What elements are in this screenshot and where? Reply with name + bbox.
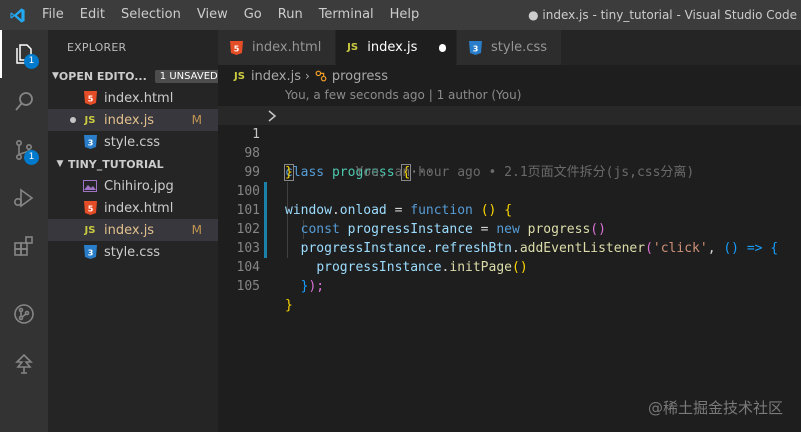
menu-edit[interactable]: Edit	[72, 0, 113, 30]
code-line[interactable]: 98 } You, an hour ago • 2.1页面文件拆分(js,css…	[218, 125, 801, 181]
file-label: style.css	[104, 244, 160, 260]
menu-go[interactable]: Go	[236, 0, 270, 30]
open-editor-index-html[interactable]: 5 index.html	[48, 87, 218, 109]
css-file-icon: 3	[82, 244, 98, 260]
editor-tabs: 5 index.html JS index.js 3 style.css	[218, 30, 801, 65]
chevron-down-icon: ▼	[56, 159, 64, 169]
tab-index-js[interactable]: JS index.js	[336, 30, 457, 65]
unsaved-dot-icon	[70, 117, 76, 123]
symbol-class-icon	[314, 69, 328, 83]
file-label: index.html	[104, 90, 174, 106]
file-index-html[interactable]: 5 index.html	[48, 197, 218, 219]
js-file-icon: JS	[84, 224, 96, 236]
file-label: index.js	[104, 222, 155, 238]
tab-index-html[interactable]: 5 index.html	[218, 30, 336, 65]
activity-tree[interactable]	[0, 340, 48, 388]
svg-text:3: 3	[87, 139, 93, 148]
menu-run[interactable]: Run	[270, 0, 311, 30]
file-index-js[interactable]: JS index.js M	[48, 219, 218, 241]
extensions-icon	[14, 236, 33, 256]
code-line[interactable]: 103 progressInstance.initPage()	[218, 220, 801, 275]
svg-text:5: 5	[87, 95, 93, 104]
activity-git-graph[interactable]	[0, 290, 48, 338]
explorer-title: EXPLORER	[67, 41, 127, 54]
menu-selection[interactable]: Selection	[113, 0, 189, 30]
menu-view[interactable]: View	[189, 0, 236, 30]
activity-explorer[interactable]: 1	[0, 30, 48, 78]
modified-badge: M	[191, 223, 202, 237]
file-label: index.js	[104, 112, 155, 128]
open-editor-style-css[interactable]: 3 style.css	[48, 131, 218, 153]
code-line[interactable]: 104 });	[218, 239, 801, 294]
title-bar: File Edit Selection View Go Run Terminal…	[0, 0, 801, 30]
activity-extensions[interactable]	[0, 222, 48, 270]
open-editors-header[interactable]: ▼ OPEN EDITO... 1 UNSAVED	[48, 65, 218, 87]
window-title: ● index.js - tiny_tutorial - Visual Stud…	[528, 8, 797, 22]
menu-bar: File Edit Selection View Go Run Terminal…	[34, 0, 427, 30]
code-editor[interactable]: You, a few seconds ago | 1 author (You) …	[218, 87, 801, 432]
css-file-icon: 3	[467, 40, 483, 56]
line-number: 105	[236, 279, 260, 294]
git-graph-icon	[14, 304, 34, 324]
chevron-down-icon: ▼	[52, 71, 59, 81]
unsaved-dot-icon[interactable]	[439, 43, 446, 52]
menu-file[interactable]: File	[34, 0, 72, 30]
workspace-header[interactable]: ▼ TINY_TUTORIAL	[48, 153, 218, 175]
codelens-author[interactable]: You, a few seconds ago | 1 author (You)	[285, 88, 521, 102]
file-label: style.css	[104, 134, 160, 150]
breadcrumb-symbol[interactable]: progress	[332, 69, 388, 84]
html-file-icon: 5	[82, 200, 98, 216]
activity-source-control[interactable]: 1	[0, 126, 48, 174]
html-file-icon: 5	[228, 40, 244, 56]
search-icon	[15, 92, 33, 111]
file-label: index.html	[104, 200, 174, 216]
html-file-icon: 5	[82, 90, 98, 106]
tab-style-css[interactable]: 3 style.css	[457, 30, 562, 65]
breadcrumb: JS index.js › progress	[218, 65, 801, 87]
scm-badge: 1	[24, 150, 39, 165]
open-editors-label: OPEN EDITO...	[58, 69, 147, 83]
svg-text:5: 5	[87, 205, 93, 214]
explorer-badge: 1	[24, 54, 39, 69]
code-line[interactable]: 100 window.onload = function () {	[218, 163, 801, 218]
unsaved-badge: 1 UNSAVED	[154, 69, 218, 83]
breadcrumb-file[interactable]: index.js	[251, 69, 301, 84]
open-editor-index-js[interactable]: JS index.js M	[48, 109, 218, 131]
file-label: Chihiro.jpg	[104, 178, 174, 194]
js-file-icon: JS	[84, 114, 96, 126]
code-line[interactable]: 99	[218, 144, 801, 180]
tab-label: index.js	[367, 40, 418, 55]
code-line[interactable]: 1 class progress {···	[218, 106, 801, 181]
workspace-label: TINY_TUTORIAL	[68, 157, 164, 171]
image-file-icon	[82, 178, 98, 194]
tree-icon	[15, 353, 33, 374]
svg-text:5: 5	[233, 44, 239, 53]
svg-text:3: 3	[472, 44, 478, 53]
css-file-icon: 3	[82, 134, 98, 150]
svg-text:3: 3	[87, 249, 93, 258]
code-line[interactable]: 102 progressInstance.refreshBtn.addEvent…	[218, 201, 801, 256]
modified-badge: M	[191, 113, 202, 127]
activity-run-debug[interactable]	[0, 174, 48, 222]
file-style-css[interactable]: 3 style.css	[48, 241, 218, 263]
activity-bar: 1 1	[0, 30, 48, 432]
code-line[interactable]: 101 const progressInstance = new progres…	[218, 182, 801, 237]
chevron-right-icon: ›	[305, 69, 310, 83]
file-chihiro-jpg[interactable]: Chihiro.jpg	[48, 175, 218, 197]
menu-terminal[interactable]: Terminal	[311, 0, 382, 30]
vscode-logo-icon[interactable]	[0, 0, 34, 30]
activity-search[interactable]	[0, 78, 48, 126]
tab-label: index.html	[252, 40, 322, 55]
js-file-icon: JS	[347, 42, 359, 53]
watermark: @稀土掘金技术社区	[647, 399, 783, 417]
run-debug-icon	[13, 188, 34, 208]
code-line[interactable]: 105 }	[218, 258, 801, 313]
tab-label: style.css	[491, 40, 547, 55]
js-file-icon: JS	[234, 70, 245, 82]
explorer-sidebar: EXPLORER ▼ OPEN EDITO... 1 UNSAVED 5 ind…	[48, 30, 218, 432]
menu-help[interactable]: Help	[382, 0, 428, 30]
